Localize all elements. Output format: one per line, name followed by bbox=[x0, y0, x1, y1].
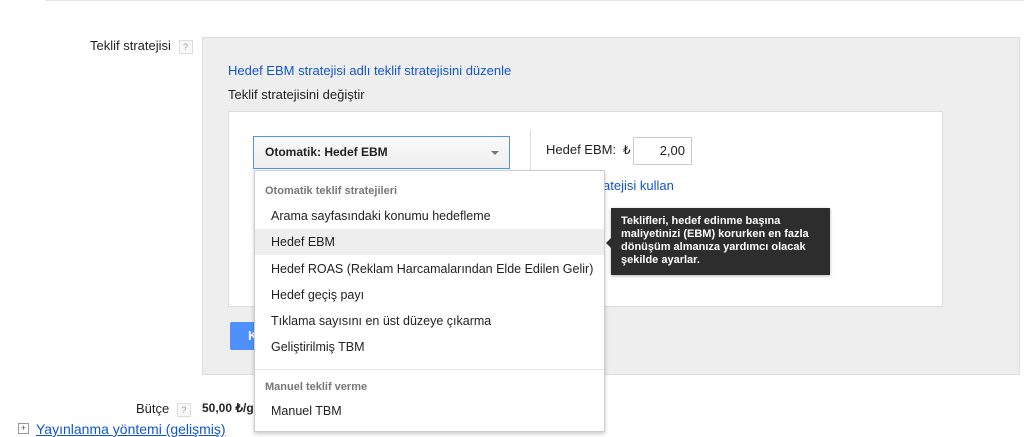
currency-symbol: ₺ bbox=[623, 143, 631, 157]
menu-group-header: Otomatik teklif stratejileri bbox=[265, 185, 398, 197]
budget-label: Bütçe ? bbox=[136, 401, 191, 417]
divider bbox=[45, 0, 1024, 1]
menu-item[interactable]: Hedef ROAS (Reklam Harcamalarından Elde … bbox=[255, 256, 604, 282]
expand-icon[interactable]: + bbox=[18, 423, 29, 434]
strategy-dropdown[interactable]: Otomatik: Hedef EBM bbox=[253, 136, 510, 169]
divider bbox=[530, 130, 531, 170]
menu-group-header: Manuel teklif verme bbox=[265, 381, 368, 393]
budget-value: 50,00 ₺/g bbox=[202, 401, 254, 415]
delivery-method-link[interactable]: Yayınlanma yöntemi (gelişmiş) bbox=[36, 421, 226, 437]
menu-item[interactable]: Geliştirilmiş TBM bbox=[255, 334, 604, 360]
target-cpa-input[interactable]: 2,00 bbox=[633, 137, 692, 165]
tooltip: Teklifleri, hedef edinme başına maliyeti… bbox=[606, 208, 830, 275]
menu-item[interactable]: Tıklama sayısını en üst düzeye çıkarma bbox=[255, 308, 604, 334]
menu-item[interactable]: Hedef geçiş payı bbox=[255, 282, 604, 308]
strategy-dropdown-menu: Otomatik teklif stratejileri Arama sayfa… bbox=[254, 170, 605, 432]
menu-item-selected[interactable]: Hedef EBM bbox=[255, 229, 604, 255]
menu-item[interactable]: Arama sayfasındaki konumu hedefleme bbox=[255, 203, 604, 229]
help-icon[interactable]: ? bbox=[178, 40, 193, 54]
change-strategy-label: Teklif stratejisini değiştir bbox=[228, 87, 365, 102]
chevron-down-icon bbox=[491, 151, 499, 155]
target-cpa-label: Hedef EBM: bbox=[546, 142, 617, 157]
menu-item[interactable]: Manuel TBM bbox=[255, 398, 604, 424]
help-icon[interactable]: ? bbox=[176, 403, 191, 417]
bid-strategy-label: Teklif stratejisi ? bbox=[90, 38, 193, 54]
use-strategy-link[interactable]: atejisi kullan bbox=[603, 178, 674, 193]
divider bbox=[255, 369, 604, 370]
edit-strategy-link[interactable]: Hedef EBM stratejisi adlı teklif stratej… bbox=[228, 63, 511, 78]
